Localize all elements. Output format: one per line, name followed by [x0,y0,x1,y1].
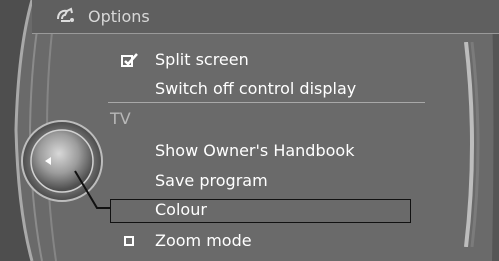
scrollbar[interactable] [460,42,488,247]
selected-item-highlight [110,199,411,223]
show-owners-handbook-option[interactable]: Show Owner's Handbook [155,140,354,162]
section-heading-tv: TV [110,109,131,128]
save-program-option[interactable]: Save program [155,170,268,192]
zoom-mode-option[interactable]: Zoom mode [155,230,252,252]
options-screen: Options Split screen Switch off control … [0,0,499,261]
split-screen-option[interactable]: Split screen [155,49,249,71]
options-icon [57,7,74,22]
page-title: Options [88,7,150,26]
switch-off-control-display-option[interactable]: Switch off control display [155,78,356,100]
menu-separator [108,102,425,103]
checkbox-icon[interactable] [124,236,134,246]
checkmark-icon [121,53,138,67]
controller-knob-icon[interactable] [20,119,104,203]
